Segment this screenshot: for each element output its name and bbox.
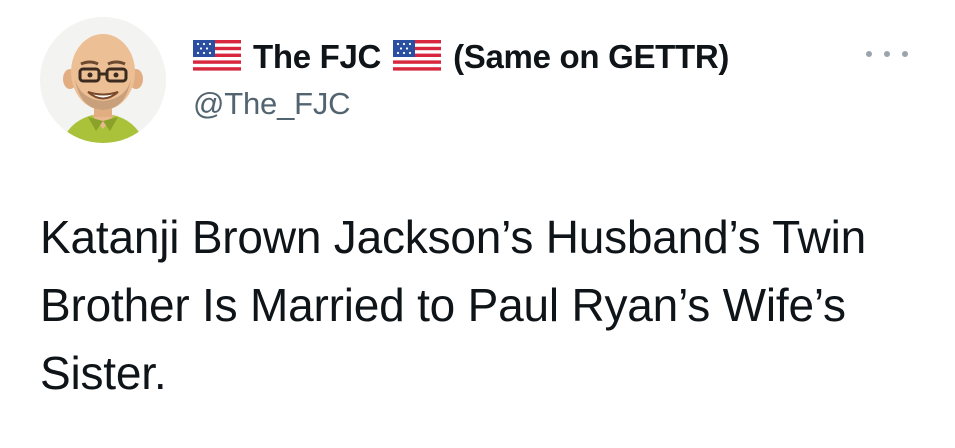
- display-name-suffix: (Same on GETTR): [453, 38, 730, 75]
- display-name[interactable]: The FJC (Same on GETTR): [193, 34, 895, 80]
- more-dot: [884, 51, 890, 57]
- more-dot: [902, 51, 908, 57]
- user-handle[interactable]: @The_FJC: [193, 86, 895, 122]
- more-options-icon[interactable]: [866, 40, 908, 68]
- us-flag-icon: [393, 40, 442, 74]
- tweet-card: The FJC (Same on GETTR) @The_FJC Katanji…: [0, 0, 955, 448]
- tweet-text: Katanji Brown Jackson’s Husband’s Twin B…: [40, 211, 866, 399]
- avatar-icon: [40, 17, 166, 143]
- avatar[interactable]: [40, 17, 166, 143]
- more-dot: [866, 51, 872, 57]
- tweet-header: The FJC (Same on GETTR) @The_FJC: [193, 34, 895, 122]
- us-flag-icon: [193, 40, 241, 74]
- display-name-main: The FJC: [253, 38, 382, 75]
